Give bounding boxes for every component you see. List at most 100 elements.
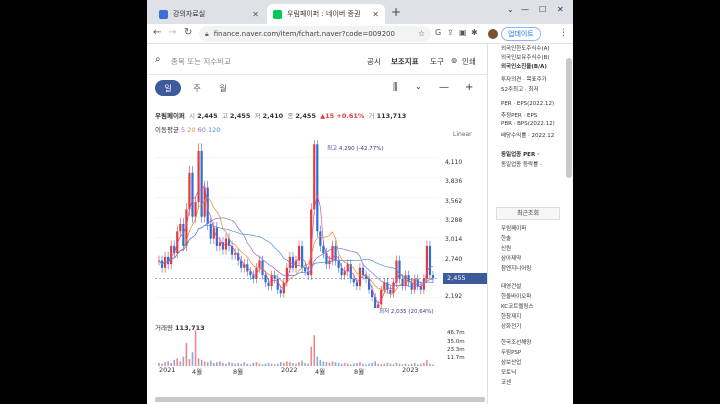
candle-body xyxy=(291,256,295,268)
low-label: 저 xyxy=(254,112,261,120)
volume-bar xyxy=(432,364,434,366)
back-icon[interactable]: ← xyxy=(153,27,161,38)
volume-bar xyxy=(377,363,379,366)
avatar[interactable] xyxy=(488,29,498,39)
candle-body xyxy=(410,282,413,290)
extensions-icon[interactable]: ✱ xyxy=(471,28,478,37)
menu-print[interactable]: 인쇄 xyxy=(462,56,476,67)
close-tab-icon[interactable]: ✕ xyxy=(252,10,259,19)
recent-item[interactable]: 모토닉 xyxy=(501,368,516,376)
close-window-icon[interactable]: ✕ xyxy=(557,5,564,14)
recent-item[interactable]: 두림PSP xyxy=(501,348,521,356)
reload-icon[interactable]: ↻ xyxy=(184,27,192,38)
forward-icon[interactable]: → xyxy=(168,27,176,38)
vertical-scrollbar[interactable] xyxy=(566,58,572,178)
candle-body xyxy=(276,278,279,290)
ma-120: 120 xyxy=(207,126,221,134)
y-tick: 2,192 xyxy=(445,293,463,300)
ma-20: 20 xyxy=(187,126,196,134)
tab-lecture-materials[interactable]: 강의자료실 ✕ xyxy=(153,4,265,24)
search-input[interactable]: 종목 또는 지수비교 xyxy=(171,56,231,67)
recent-views-title[interactable]: 최근조회 xyxy=(496,207,560,220)
tab-favicon-icon xyxy=(159,9,168,19)
stock-info-line: 투자의견 · 목표주가 xyxy=(501,77,547,83)
y-tick: 2,740 xyxy=(445,256,463,263)
minimize-icon[interactable]: — xyxy=(521,5,529,14)
volume-bar xyxy=(340,363,343,366)
volume-bar xyxy=(368,363,370,366)
maximize-icon[interactable]: ☐ xyxy=(539,5,546,14)
chevron-down-icon[interactable]: ⌄ xyxy=(415,82,422,91)
recent-item[interactable]: KC코트렐링스 xyxy=(501,302,533,310)
recent-item[interactable]: 삼보산업 xyxy=(501,358,521,366)
period-daily[interactable]: 일 xyxy=(155,80,181,96)
stock-info-line: PBR · BPS(2022.12) xyxy=(501,121,555,127)
chart-type-icon[interactable]: ⫼ xyxy=(393,82,398,93)
recent-item[interactable]: 태영건설 xyxy=(501,282,521,290)
ma-5: 5 xyxy=(181,126,186,134)
volume-bar xyxy=(383,363,386,366)
volume-bar xyxy=(429,363,431,366)
recent-item[interactable]: 코센 xyxy=(501,378,511,386)
recent-item[interactable]: 한창제지 xyxy=(501,312,521,320)
image-icon[interactable]: ▣ xyxy=(459,28,467,37)
zoom-in-button[interactable]: + xyxy=(465,82,473,93)
print-icon[interactable]: ⊚ xyxy=(451,56,457,65)
google-icon[interactable]: G xyxy=(435,28,441,37)
volume-bar xyxy=(182,356,185,366)
recent-item[interactable]: 상화전기 xyxy=(501,322,521,330)
browser-window: 강의자료실 ✕ 우림페이퍼 : 네이버 증권 ✕ + ⌄ — ☐ ✕ ← → ↻… xyxy=(147,0,573,404)
high-annotation: 최고 4,290 (-42.77%) xyxy=(327,146,384,152)
address-bar[interactable]: 🔒︎ finance.naver.com/item/fchart.naver?c… xyxy=(199,26,431,42)
volume-bar xyxy=(197,358,200,366)
candle-body xyxy=(398,260,401,279)
candle-body xyxy=(380,289,383,305)
price-chart[interactable] xyxy=(155,140,439,308)
stock-info-line: 외국인보유주식수(B) xyxy=(501,55,550,61)
recent-item[interactable]: 한올바이오파 xyxy=(501,292,531,300)
recent-item[interactable]: 참엔지니어링 xyxy=(501,264,531,272)
recent-item[interactable]: 한국조선해양 xyxy=(501,338,531,346)
search-icon[interactable]: ⌕ xyxy=(155,54,161,65)
candle-body xyxy=(200,150,203,217)
zoom-out-button[interactable]: — xyxy=(439,82,449,93)
recent-item[interactable]: 한솔 xyxy=(501,234,511,242)
share-icon[interactable]: ⇪ xyxy=(447,28,454,37)
horizontal-scrollbar[interactable] xyxy=(155,397,485,402)
volume-bar xyxy=(258,363,261,366)
new-tab-button[interactable]: + xyxy=(391,5,401,19)
close-tab-icon[interactable]: ✕ xyxy=(372,10,379,19)
candle-body xyxy=(428,245,432,276)
period-weekly[interactable]: 주 xyxy=(187,80,207,96)
stock-info-line: 동일업종 등락률 · xyxy=(501,162,542,168)
divider xyxy=(147,74,487,75)
volume-chart[interactable] xyxy=(155,328,439,366)
candle-body xyxy=(267,282,270,287)
volume-bar xyxy=(252,362,255,366)
menu-disclosure[interactable]: 공시 xyxy=(367,56,381,67)
recent-item[interactable]: 신원 xyxy=(501,244,511,252)
moving-average-legend[interactable]: 이동평균 5 20 60 120 xyxy=(155,124,220,134)
scale-mode-select[interactable]: Linear xyxy=(453,131,472,138)
bookmark-star-icon[interactable]: ☆ xyxy=(418,29,425,38)
update-button[interactable]: 업데이트 xyxy=(501,27,541,41)
volume-bar xyxy=(249,364,252,366)
candle-body xyxy=(194,202,197,217)
menu-tools[interactable]: 도구 xyxy=(430,56,444,67)
menu-indicators[interactable]: 보조지표 xyxy=(391,56,419,67)
tab-naver-finance[interactable]: 우림페이퍼 : 네이버 증권 ✕ xyxy=(267,4,385,24)
menu-icon[interactable]: ⋮ xyxy=(559,28,568,38)
tab-search-icon[interactable]: ⌄ xyxy=(507,5,514,14)
recent-item[interactable]: 우림페이퍼 xyxy=(501,224,526,232)
x-tick: 8월 xyxy=(233,368,244,376)
volume-bar xyxy=(176,358,179,366)
candle-body xyxy=(383,282,386,290)
volume-bar xyxy=(316,356,319,366)
recent-item[interactable]: 삼아제약 xyxy=(501,254,521,262)
volume-bar xyxy=(222,362,224,366)
volume-bar xyxy=(313,335,316,366)
period-monthly[interactable]: 월 xyxy=(213,80,233,96)
volume-bar xyxy=(179,361,182,366)
volume-bar xyxy=(325,362,328,366)
volume-bar xyxy=(216,362,218,366)
